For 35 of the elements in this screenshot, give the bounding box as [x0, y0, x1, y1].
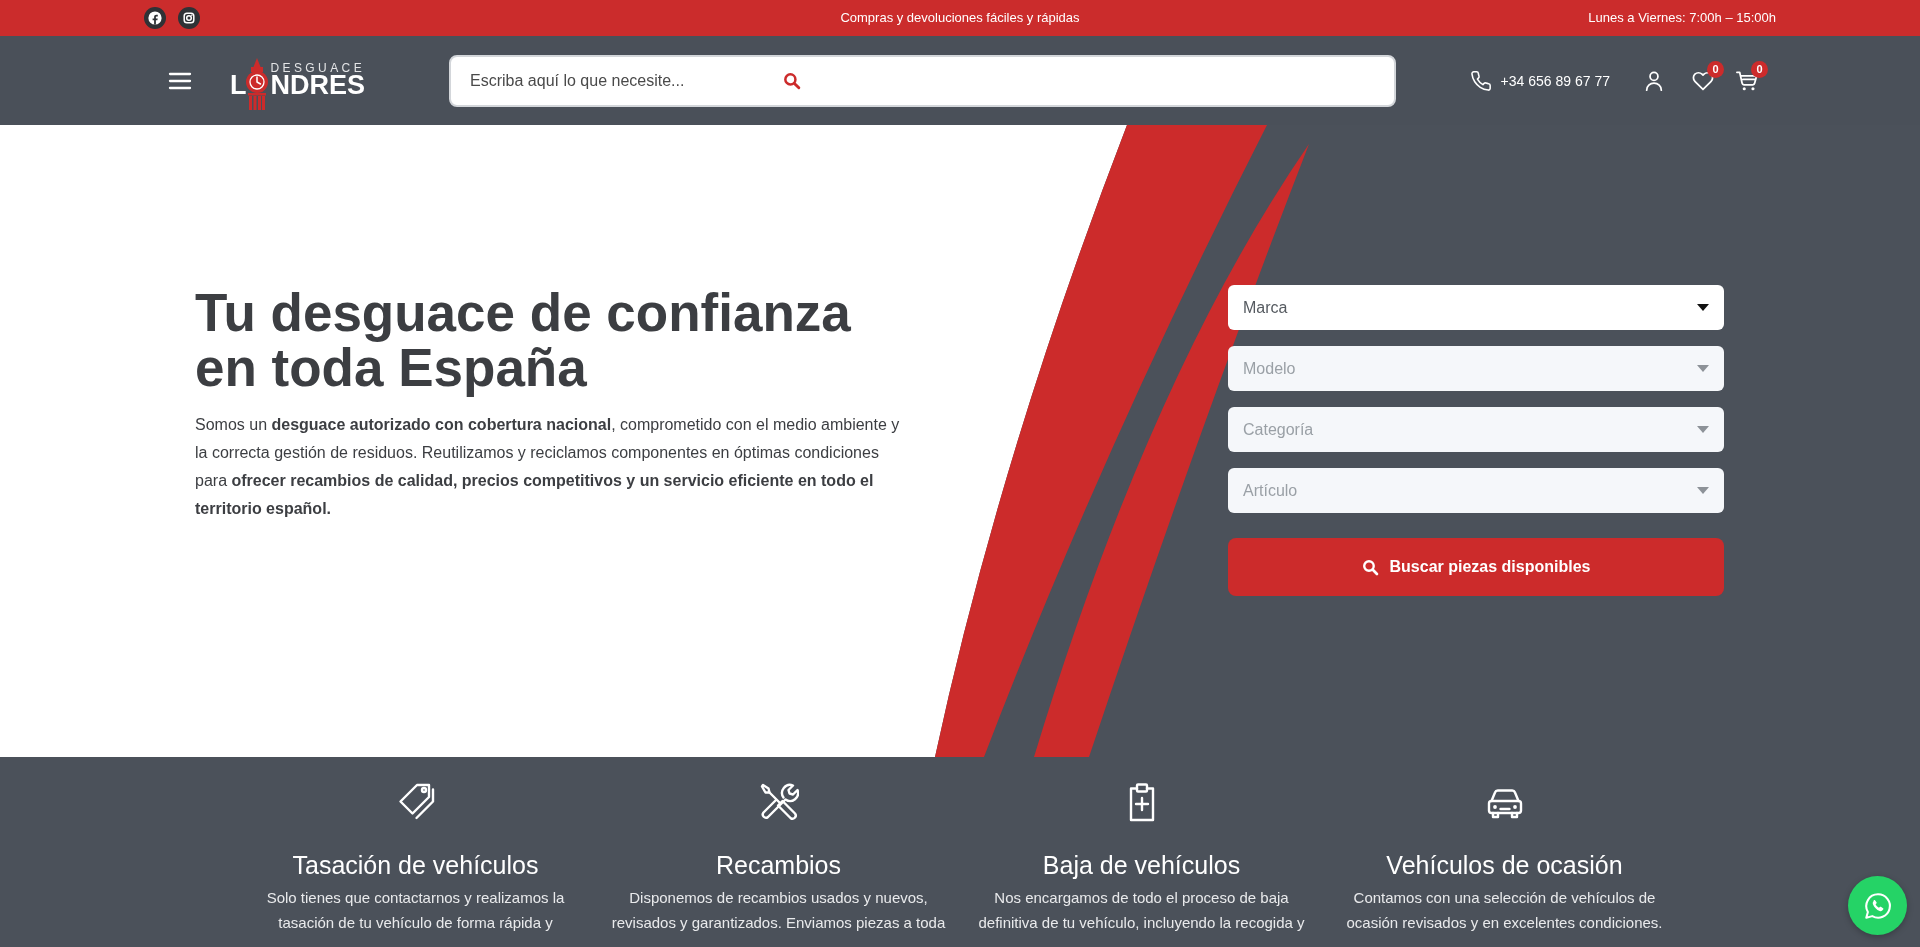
logo-name[interactable]: NDRES [270, 73, 366, 97]
cart-icon[interactable] [1736, 69, 1758, 92]
feature-text: Solo tienes que contactarnos y realizamos la tasación de tu vehículo de forma rápida y [265, 888, 566, 933]
heart-icon[interactable] [1692, 69, 1714, 92]
search-button[interactable]: Buscar piezas disponibles [1228, 538, 1724, 596]
promo-message: Compras y devoluciones fáciles y rápidas [840, 10, 1080, 26]
facebook-icon[interactable] [144, 7, 166, 29]
hero-title: Tu desguace de confianza en toda España [195, 285, 852, 395]
logo-initial[interactable]: L [230, 73, 247, 97]
phone-bubble-icon [1862, 890, 1893, 921]
phone-number[interactable]: +34 656 89 67 77 [1500, 71, 1610, 90]
feature-title: Recambios [715, 850, 842, 880]
caret-icon [1697, 304, 1709, 311]
dropdown-field[interactable]: Marca [1228, 285, 1724, 330]
user-icon[interactable] [1643, 69, 1665, 92]
feature-text: Disponemos de recambios usados y nuevos, revisados y garantizados. Enviamos piezas a toda [610, 888, 947, 933]
caret-icon [1697, 426, 1709, 433]
caret-icon [1697, 487, 1709, 494]
feature-title: Vehículos de ocasión [1386, 850, 1623, 880]
phone-icon [1469, 69, 1492, 92]
instagram-icon[interactable] [178, 7, 200, 29]
feature-text: Contamos con una selección de vehículos de ocasión revisados y en excelentes condiciones. [1345, 888, 1664, 933]
feature-title: Tasación de vehículos [292, 850, 539, 880]
feature-title: Baja de vehículos [1042, 850, 1241, 880]
logo-tagline: DESGUACE [270, 62, 366, 75]
feature-text: Nos encargamos de todo el proceso de baja definitiva de tu vehículo, incluyendo la recogida y [977, 888, 1306, 933]
wrench-screwdriver-icon [758, 782, 799, 822]
search-icon [1361, 558, 1379, 576]
search-icon[interactable] [783, 71, 802, 90]
caret-icon [1697, 365, 1709, 372]
wishlist-count-badge: 0 [1707, 60, 1724, 78]
cart-count-badge: 0 [1751, 60, 1768, 78]
search-field[interactable]: Escriba aquí lo que necesite... [449, 54, 1397, 107]
opening-hours: Lunes a Viernes: 7:00h – 15:00h [1588, 10, 1776, 26]
hero-text: Somos un desguace autorizado con cobertura nacional, comprometido con el medio ambiente y la correcta gestión de residuos. Reutilizamos y reciclamos componentes en óptimas condiciones para ofrecer recambios de calidad, precios competitivos y un servicio eficiente en todo el territorio español. [195, 415, 901, 519]
